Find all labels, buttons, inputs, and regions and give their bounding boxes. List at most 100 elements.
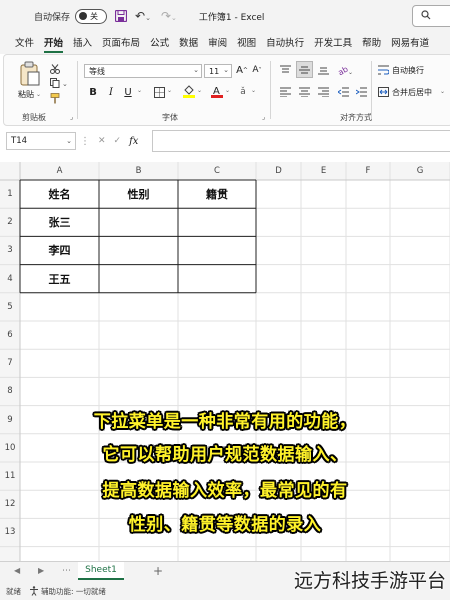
fill-color-icon[interactable] — [182, 83, 196, 99]
name-box-value: T14 — [11, 136, 28, 146]
column-header-e[interactable]: E — [301, 162, 346, 180]
font-name-select[interactable]: 等线 ⌄ — [84, 64, 202, 78]
tab-9[interactable]: 开发工具 — [309, 35, 357, 54]
cell-a1[interactable]: 姓名 — [20, 180, 99, 208]
insert-function-icon[interactable]: fx — [129, 136, 138, 147]
decrease-indent-icon[interactable] — [336, 85, 350, 99]
font-color-icon[interactable]: A — [210, 83, 224, 99]
search-box[interactable] — [412, 5, 450, 27]
name-box[interactable]: T14 ⌄ — [6, 132, 76, 150]
increase-font-size-icon[interactable]: A ^ — [235, 63, 249, 77]
cancel-icon[interactable]: ✕ — [98, 136, 106, 146]
format-painter-icon[interactable] — [48, 92, 62, 104]
sheet-tab-sheet1[interactable]: Sheet1 — [78, 562, 124, 580]
cell-a2[interactable]: 张三 — [20, 208, 99, 236]
increase-indent-icon[interactable] — [354, 85, 368, 99]
row-header-8[interactable]: 8 — [0, 377, 20, 405]
cell-b1[interactable]: 性别 — [99, 180, 178, 208]
enter-icon[interactable]: ✓ — [114, 136, 122, 146]
borders-dropdown-icon[interactable]: ⌄ — [167, 87, 172, 94]
add-sheet-icon[interactable]: + — [153, 564, 163, 578]
orientation-icon[interactable]: ab ⌄ — [337, 63, 353, 77]
title-bar: 自动保存 关 ↶⌄ ↷⌄ 工作簿1 - Excel — [0, 0, 450, 32]
paste-button[interactable]: 粘贴 — [18, 89, 34, 100]
accessibility-icon[interactable] — [29, 585, 39, 598]
phonetic-dropdown-icon[interactable]: ⌄ — [251, 87, 256, 94]
accessibility-status[interactable]: 辅助功能: 一切就绪 — [41, 586, 106, 597]
column-header-d[interactable]: D — [256, 162, 301, 180]
tab-2[interactable]: 插入 — [68, 35, 97, 54]
borders-icon[interactable] — [152, 85, 166, 99]
paste-icon[interactable] — [16, 59, 44, 89]
italic-button[interactable]: I — [105, 85, 117, 99]
decrease-font-size-icon[interactable]: A ˅ — [250, 63, 264, 77]
autosave-toggle[interactable]: 关 — [75, 8, 108, 24]
row-header-2[interactable]: 2 — [0, 208, 20, 236]
chevron-right-icon[interactable]: ▶ — [38, 566, 44, 575]
row-header-1[interactable]: 1 — [0, 180, 20, 208]
tab-11[interactable]: 网易有道 — [386, 35, 434, 54]
bold-button[interactable]: B — [87, 85, 99, 99]
align-middle-icon[interactable] — [296, 61, 313, 78]
align-left-icon[interactable] — [278, 85, 292, 99]
merge-center-icon[interactable] — [377, 86, 389, 98]
font-size-select[interactable]: 11 ⌄ — [204, 64, 232, 78]
tab-1[interactable]: 开始 — [39, 35, 68, 54]
row-header-6[interactable]: 6 — [0, 321, 20, 349]
row-header-5[interactable]: 5 — [0, 293, 20, 321]
font-size-value: 11 — [209, 66, 220, 76]
column-header-c[interactable]: C — [178, 162, 256, 180]
underline-button[interactable]: U — [122, 85, 134, 99]
align-center-icon[interactable] — [297, 85, 311, 99]
redo-icon[interactable]: ↷⌄ — [161, 9, 177, 23]
phonetic-icon[interactable]: ǎ — [236, 85, 250, 99]
more-sheets-icon[interactable]: ⋯ — [62, 566, 71, 576]
align-right-icon[interactable] — [316, 85, 330, 99]
tab-5[interactable]: 数据 — [174, 35, 203, 54]
formula-input[interactable] — [152, 130, 450, 152]
tab-0[interactable]: 文件 — [10, 35, 39, 54]
more-options-icon[interactable]: ⋮ — [80, 136, 90, 147]
group-divider — [270, 61, 271, 119]
font-name-value: 等线 — [89, 66, 105, 76]
paste-dropdown-icon[interactable]: ⌄ — [36, 91, 41, 98]
font-group-label: 字体 — [162, 113, 178, 122]
formula-bar: T14 ⌄ ⋮ ✕ ✓ fx — [0, 126, 450, 156]
tab-6[interactable]: 审阅 — [203, 35, 232, 54]
font-dialog-launcher-icon[interactable]: ⌟ — [262, 113, 265, 121]
cell-c1[interactable]: 籍贯 — [178, 180, 256, 208]
underline-dropdown-icon[interactable]: ⌄ — [137, 87, 142, 94]
save-icon[interactable] — [113, 8, 129, 24]
merge-dropdown-icon[interactable]: ⌄ — [440, 88, 445, 95]
cell-a3[interactable]: 李四 — [20, 236, 99, 264]
chevron-left-icon[interactable]: ◀ — [14, 566, 20, 575]
column-header-f[interactable]: F — [346, 162, 390, 180]
tab-3[interactable]: 页面布局 — [97, 35, 145, 54]
fill-color-dropdown-icon[interactable]: ⌄ — [197, 87, 202, 94]
wrap-text-icon[interactable] — [377, 64, 389, 76]
copy-icon[interactable]: ⌄ — [48, 77, 70, 89]
row-header-3[interactable]: 3 — [0, 236, 20, 264]
undo-icon[interactable]: ↶⌄ — [135, 9, 151, 23]
font-color-dropdown-icon[interactable]: ⌄ — [225, 87, 230, 94]
cell-a4[interactable]: 王五 — [20, 265, 99, 293]
column-header-a[interactable]: A — [20, 162, 99, 180]
tab-10[interactable]: 帮助 — [357, 35, 386, 54]
chevron-down-icon: ⌄ — [193, 66, 199, 74]
wrap-text-button[interactable]: 自动换行 — [392, 65, 424, 76]
align-bottom-icon[interactable] — [316, 63, 330, 77]
align-top-icon[interactable] — [278, 63, 292, 77]
row-header-4[interactable]: 4 — [0, 265, 20, 293]
merge-center-button[interactable]: 合并后居中 — [392, 87, 432, 98]
tab-4[interactable]: 公式 — [145, 35, 174, 54]
worksheet-grid[interactable]: ABCDEFG 1 2 3 4 5 6 7 8 9 10 11 12 13 姓名 性别 籍贯 张三 李四 王五 — [0, 162, 450, 561]
tab-7[interactable]: 视图 — [232, 35, 261, 54]
column-header-b[interactable]: B — [99, 162, 178, 180]
clipboard-group-label: 剪贴板 — [22, 113, 46, 122]
clipboard-dialog-launcher-icon[interactable]: ⌟ — [70, 113, 73, 121]
column-header-g[interactable]: G — [390, 162, 450, 180]
tab-8[interactable]: 自动执行 — [261, 35, 309, 54]
cut-icon[interactable] — [48, 63, 62, 75]
caption-line-4: 性别、籍贯等数据的录入 — [128, 515, 322, 535]
row-header-7[interactable]: 7 — [0, 349, 20, 377]
